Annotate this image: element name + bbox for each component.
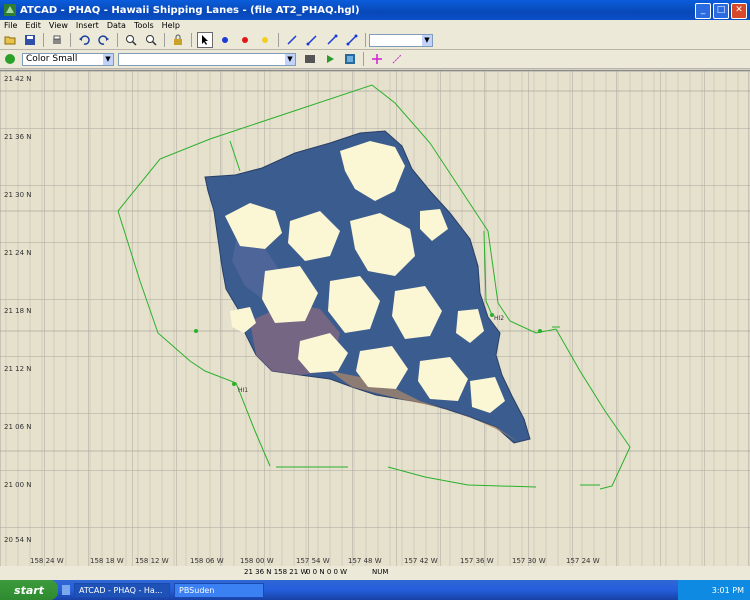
map-view[interactable]: 21 42 N 21 36 N 21 30 N 21 24 N 21 18 N … <box>0 70 750 567</box>
toolbar-separator <box>278 33 279 47</box>
save-icon[interactable] <box>22 32 38 48</box>
close-button[interactable]: ✕ <box>731 3 747 19</box>
menu-help[interactable]: Help <box>162 21 180 30</box>
latitude-label: 21 06 N <box>4 423 32 431</box>
red-point-icon[interactable] <box>237 32 253 48</box>
chevron-down-icon: ▼ <box>422 34 432 46</box>
menu-view[interactable]: View <box>49 21 68 30</box>
undo-icon[interactable] <box>76 32 92 48</box>
main-toolbar: ▼ <box>0 31 750 50</box>
print-icon[interactable] <box>49 32 65 48</box>
longitude-label: 158 12 W <box>135 557 169 565</box>
window-title: ATCAD - PHAQ - Hawaii Shipping Lanes - (… <box>20 4 360 16</box>
longitude-label: 157 48 W <box>348 557 382 565</box>
latitude-label: 21 24 N <box>4 249 32 257</box>
taskbar: start ATCAD - PHAQ - Ha... PBSuden 3:01 … <box>0 580 750 600</box>
cursor-coordinates: 21 36 N 158 21 W <box>244 568 308 576</box>
lock-icon[interactable] <box>170 32 186 48</box>
select-arrow-icon[interactable] <box>197 32 213 48</box>
route-icon[interactable] <box>389 51 405 67</box>
layer-manager-icon[interactable] <box>302 51 318 67</box>
path-tool-icon[interactable] <box>344 32 360 48</box>
secondary-select[interactable]: ▼ <box>118 52 296 66</box>
chevron-down-icon: ▼ <box>103 53 113 65</box>
longitude-label: 158 06 W <box>190 557 224 565</box>
longitude-label: 157 42 W <box>404 557 438 565</box>
segment-tool-icon[interactable] <box>324 32 340 48</box>
toolbar-separator <box>43 33 44 47</box>
toolbar-separator <box>117 33 118 47</box>
add-point-icon[interactable] <box>369 51 385 67</box>
clock[interactable]: 3:01 PM <box>712 586 744 595</box>
start-button[interactable]: start <box>0 580 58 600</box>
zoom-out-icon[interactable] <box>143 32 159 48</box>
point-label: HI1 <box>238 387 249 394</box>
blue-point-icon[interactable] <box>217 32 233 48</box>
chevron-down-icon: ▼ <box>285 53 295 65</box>
longitude-label: 158 00 W <box>240 557 274 565</box>
num-lock-indicator: NUM <box>372 568 389 576</box>
menu-tools[interactable]: Tools <box>134 21 154 30</box>
play-icon[interactable] <box>322 51 338 67</box>
layer-select[interactable]: Color Small ▼ <box>22 52 114 66</box>
toolbar-separator <box>164 33 165 47</box>
toolbar-separator <box>70 33 71 47</box>
line-tool-icon[interactable] <box>284 32 300 48</box>
layer-color-icon[interactable] <box>2 51 18 67</box>
toolbar-separator <box>191 33 192 47</box>
maximize-button[interactable]: □ <box>713 3 729 19</box>
minimize-button[interactable]: _ <box>695 3 711 19</box>
open-folder-icon[interactable] <box>2 32 18 48</box>
latitude-label: 21 12 N <box>4 365 32 373</box>
taskbar-item-atcad[interactable]: ATCAD - PHAQ - Ha... <box>74 582 170 598</box>
latitude-label: 21 42 N <box>4 75 32 83</box>
menu-edit[interactable]: Edit <box>25 21 41 30</box>
image-icon[interactable] <box>342 51 358 67</box>
app-icon <box>4 4 16 16</box>
latitude-label: 21 18 N <box>4 307 32 315</box>
latitude-label: 21 00 N <box>4 481 32 489</box>
latitude-label: 20 54 N <box>4 536 32 544</box>
toolbar-separator <box>365 33 366 47</box>
menu-data[interactable]: Data <box>107 21 126 30</box>
yellow-point-icon[interactable] <box>257 32 273 48</box>
longitude-label: 158 18 W <box>90 557 124 565</box>
longitude-label: 157 30 W <box>512 557 546 565</box>
system-tray: 3:01 PM <box>678 580 750 600</box>
longitude-label: 157 24 W <box>566 557 600 565</box>
point-label: HI2 <box>494 315 505 322</box>
title-bar: ATCAD - PHAQ - Hawaii Shipping Lanes - (… <box>0 0 750 20</box>
latitude-label: 21 36 N <box>4 133 32 141</box>
menu-insert[interactable]: Insert <box>76 21 99 30</box>
map-canvas[interactable] <box>0 71 750 567</box>
quick-launch-icon[interactable] <box>62 585 70 595</box>
menu-bar: File Edit View Insert Data Tools Help <box>0 20 750 31</box>
redo-icon[interactable] <box>96 32 112 48</box>
reference-coordinates: 0 0 N 0 0 W <box>306 568 348 576</box>
layer-toolbar: Color Small ▼ ▼ <box>0 50 750 69</box>
latitude-label: 21 30 N <box>4 191 32 199</box>
toolbar-dropdown[interactable]: ▼ <box>369 33 433 47</box>
taskbar-item-pbsuden[interactable]: PBSuden <box>174 582 264 598</box>
zoom-in-icon[interactable] <box>123 32 139 48</box>
menu-file[interactable]: File <box>4 21 17 30</box>
longitude-label: 158 24 W <box>30 557 64 565</box>
status-bar: 21 36 N 158 21 W 0 0 N 0 0 W NUM <box>0 566 750 580</box>
longitude-label: 157 54 W <box>296 557 330 565</box>
longitude-label: 157 36 W <box>460 557 494 565</box>
polyline-tool-icon[interactable] <box>304 32 320 48</box>
toolbar-separator <box>363 52 364 66</box>
